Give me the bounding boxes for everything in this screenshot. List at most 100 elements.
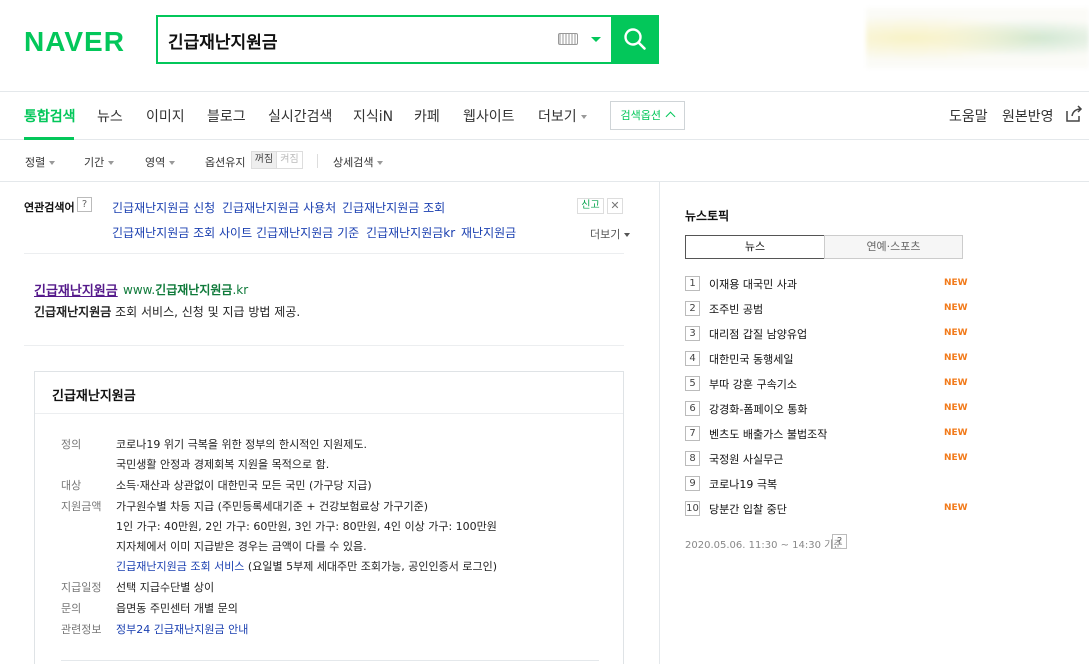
related-keyword[interactable]: 긴급재난지원금 조회 사이트 <box>112 224 252 241</box>
news-item[interactable]: 5 부따 강훈 구속기소 NEW <box>685 375 968 393</box>
related-keyword[interactable]: 긴급재난지원금 기준 <box>256 224 359 241</box>
search-box <box>156 15 611 64</box>
news-item[interactable]: 4 대한민국 동행세일 NEW <box>685 350 968 368</box>
new-badge: NEW <box>944 503 968 513</box>
chevron-up-icon <box>666 111 676 122</box>
desc-highlight: 긴급재난지원금 <box>34 305 112 319</box>
url-prefix: www. <box>123 283 156 297</box>
news-headline[interactable]: 강경화-폼페이오 통화 <box>709 401 808 417</box>
kb-label-related: 관련정보 <box>61 623 102 636</box>
toggle-on[interactable]: 켜짐 <box>277 152 302 168</box>
related-keyword[interactable]: 긴급재난지원금 조회 <box>342 199 445 216</box>
site-result-description: 긴급재난지원금 조회 서비스, 신청 및 지급 방법 제공. <box>34 303 300 320</box>
news-headline[interactable]: 대한민국 동행세일 <box>709 351 793 367</box>
kb-amount-1: 가구원수별 차등 지급 (주민등록세대기준 + 건강보험료상 가구기준) <box>116 500 429 513</box>
tab-more-label: 더보기 <box>538 109 577 125</box>
kb-label-definition: 정의 <box>61 438 82 451</box>
tab-kin[interactable]: 지식iN <box>353 106 393 126</box>
kb-definition-1: 코로나19 위기 극복을 위한 정부의 한시적인 지원제도. <box>116 438 367 451</box>
news-tab-news[interactable]: 뉴스 <box>685 235 825 259</box>
tab-website[interactable]: 웹사이트 <box>463 106 515 126</box>
keep-options-label: 옵션유지 <box>205 156 246 169</box>
news-item[interactable]: 7 벤츠도 배출가스 불법조작 NEW <box>685 425 968 443</box>
tab-cafe[interactable]: 카페 <box>414 106 440 126</box>
news-headline[interactable]: 국정원 사실무근 <box>709 451 783 467</box>
tab-more[interactable]: 더보기 <box>538 106 587 126</box>
feedback-link[interactable]: 원본반영 <box>1002 106 1054 126</box>
caret-down-icon <box>377 161 384 165</box>
filter-detail[interactable]: 상세검색 <box>333 154 384 170</box>
news-headline[interactable]: 대리점 갑질 남양유업 <box>709 326 807 342</box>
kb-related-link[interactable]: 정부24 긴급재난지원금 안내 <box>116 621 248 637</box>
tab-realtime[interactable]: 실시간검색 <box>268 106 332 126</box>
help-icon[interactable]: ? <box>832 534 847 549</box>
news-headline[interactable]: 부따 강훈 구속기소 <box>709 376 797 392</box>
related-keyword[interactable]: 긴급재난지원금 사용처 <box>222 199 336 216</box>
close-icon[interactable]: ✕ <box>607 198 623 214</box>
divider <box>24 345 624 346</box>
keep-options-toggle[interactable]: 꺼짐 켜짐 <box>251 151 303 169</box>
kb-target: 소득·재산과 상관없이 대한민국 모든 국민 (가구당 지급) <box>116 479 372 492</box>
kb-amount-2: 1인 가구: 40만원, 2인 가구: 60만원, 3인 가구: 80만원, 4… <box>116 520 497 533</box>
share-icon[interactable] <box>1064 104 1084 124</box>
related-title: 연관검색어 <box>24 201 75 214</box>
news-headline[interactable]: 조주빈 공범 <box>709 301 763 317</box>
news-item[interactable]: 10 당분간 입찰 중단 NEW <box>685 500 968 518</box>
news-item[interactable]: 6 강경화-폼페이오 통화 NEW <box>685 400 968 418</box>
keyboard-icon[interactable] <box>558 33 578 45</box>
related-keyword[interactable]: 재난지원금 <box>461 224 516 241</box>
more-related-label: 더보기 <box>590 228 621 241</box>
knowledge-box-title: 긴급재난지원금 <box>35 372 623 414</box>
header: NAVER <box>0 0 1089 92</box>
news-headline[interactable]: 당분간 입찰 중단 <box>709 501 787 517</box>
news-item[interactable]: 9 코로나19 극복 <box>685 475 965 493</box>
tab-blog[interactable]: 블로그 <box>207 106 246 126</box>
news-item[interactable]: 3 대리점 갑질 남양유업 NEW <box>685 325 968 343</box>
header-banner[interactable] <box>866 8 1089 68</box>
rank-number: 6 <box>685 401 700 416</box>
tab-news[interactable]: 뉴스 <box>97 106 123 126</box>
more-related-button[interactable]: 더보기 <box>590 226 631 242</box>
kb-schedule: 선택 지급수단별 상이 <box>116 581 215 594</box>
tab-integrated[interactable]: 통합검색 <box>24 106 76 126</box>
caret-down-icon <box>169 161 176 165</box>
filter-sort[interactable]: 정렬 <box>25 154 56 170</box>
news-item[interactable]: 2 조주빈 공범 NEW <box>685 300 968 318</box>
news-item[interactable]: 8 국정원 사실무근 NEW <box>685 450 968 468</box>
filter-period[interactable]: 기간 <box>84 154 115 170</box>
chevron-down-icon[interactable] <box>588 31 604 47</box>
search-input[interactable] <box>168 28 548 52</box>
news-timestamp: 2020.05.06. 11:30 ~ 14:30 기준 <box>685 540 843 551</box>
search-options-button[interactable]: 검색옵션 <box>610 101 685 130</box>
related-searches: 연관검색어 ? 긴급재난지원금 신청 긴급재난지원금 사용처 긴급재난지원금 조… <box>0 183 659 253</box>
new-badge: NEW <box>944 278 968 288</box>
kb-amount-4: 긴급재난지원금 조회 서비스 (요일별 5부제 세대주만 조회가능, 공인인증서… <box>116 558 497 574</box>
site-result-url[interactable]: www.긴급재난지원금.kr <box>123 281 248 298</box>
naver-logo[interactable]: NAVER <box>24 26 125 58</box>
search-button[interactable] <box>611 15 659 64</box>
kb-label-inquiry: 문의 <box>61 602 82 615</box>
tab-images[interactable]: 이미지 <box>146 106 185 126</box>
news-tab-entertainment[interactable]: 연예·스포츠 <box>824 235 963 259</box>
filter-area[interactable]: 영역 <box>145 154 176 170</box>
news-item[interactable]: 1 이재용 대국민 사과 NEW <box>685 275 968 293</box>
new-badge: NEW <box>944 303 968 313</box>
help-link[interactable]: 도움말 <box>949 106 988 126</box>
news-headline[interactable]: 벤츠도 배출가스 불법조작 <box>709 426 827 442</box>
new-badge: NEW <box>944 403 968 413</box>
help-icon[interactable]: ? <box>77 197 92 212</box>
new-badge: NEW <box>944 428 968 438</box>
related-keyword[interactable]: 긴급재난지원금 신청 <box>112 199 215 216</box>
news-headline[interactable]: 이재용 대국민 사과 <box>709 276 797 292</box>
report-button[interactable]: 신고 <box>577 198 604 214</box>
kb-lookup-service-link[interactable]: 긴급재난지원금 조회 서비스 <box>116 560 244 573</box>
site-result-title[interactable]: 긴급재난지원금 <box>34 280 118 299</box>
url-highlight: 긴급재난지원금 <box>155 283 233 297</box>
news-headline[interactable]: 코로나19 극복 <box>709 476 777 492</box>
new-badge: NEW <box>944 328 968 338</box>
toggle-off[interactable]: 꺼짐 <box>252 152 277 168</box>
filter-area-label: 영역 <box>145 156 166 169</box>
rank-number: 7 <box>685 426 700 441</box>
related-keyword[interactable]: 긴급재난지원금kr <box>366 224 455 241</box>
rank-number: 3 <box>685 326 700 341</box>
